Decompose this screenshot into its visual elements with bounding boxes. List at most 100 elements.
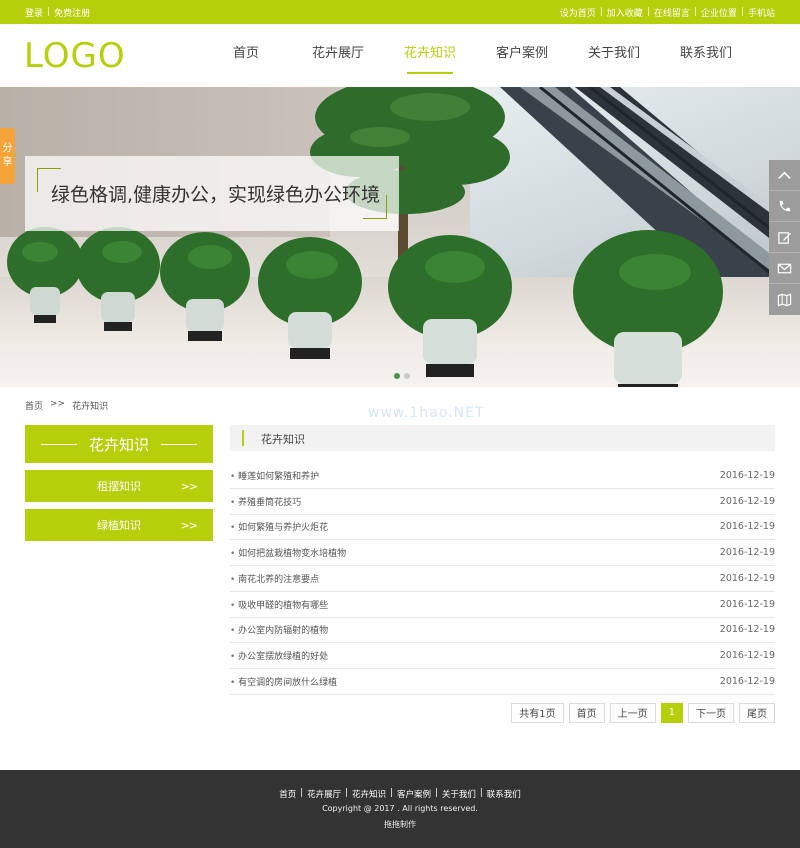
double-chevron-right-icon: >> [180,479,198,493]
back-to-top-button[interactable] [769,160,800,191]
phone-button[interactable] [769,191,800,222]
list-item[interactable]: 有空调的房间放什么绿植 2016-12-19 [230,669,775,695]
sidebar-item-rental-knowledge[interactable]: 租摆知识 >> [25,470,213,502]
list-item[interactable]: 吸收甲醛的植物有哪些 2016-12-19 [230,592,775,618]
list-item[interactable]: 办公室摆放绿植的好处 2016-12-19 [230,643,775,669]
watermark: www.1hao.NET [368,405,485,421]
breadcrumb: 首页 >> 花卉知识 [25,399,108,412]
article-date: 2016-12-19 [719,624,775,636]
breadcrumb-separator: >> [50,399,66,409]
register-link[interactable]: 免费注册 [54,6,90,19]
title-line [161,443,197,445]
last-page-button[interactable]: 尾页 [739,702,775,723]
article-date: 2016-12-19 [719,572,775,584]
email-button[interactable] [769,253,800,284]
footer-link-about[interactable]: 关于我们 [442,788,476,800]
footer-link-cases[interactable]: 客户案例 [397,788,431,800]
mobile-site-link[interactable]: 手机站 [748,6,775,19]
list-item[interactable]: 养殖垂筒花技巧 2016-12-19 [230,489,775,515]
sidebar-item-label: 绿植知识 [97,519,141,532]
banner: 绿色格调,健康办公，实现绿色办公环境 [0,87,800,387]
divider: | [479,788,483,798]
list-item[interactable]: 如何繁殖与养护火炬花 2016-12-19 [230,515,775,541]
divider: | [646,7,650,17]
article-list: 睡莲如何繁殖和养护 2016-12-19 养殖垂筒花技巧 2016-12-19 如何… [230,463,775,695]
divider: | [47,7,51,17]
list-item[interactable]: 南花北养的注意要点 2016-12-19 [230,566,775,592]
nav-item-cases[interactable]: 客户案例 [476,24,568,87]
article-title[interactable]: 南花北养的注意要点 [230,572,319,585]
sidebar: 花卉知识 租摆知识 >> 绿植知识 >> [25,425,213,541]
header: LOGO 首页 花卉展厅 花卉知识 客户案例 关于我们 联系我们 [0,24,800,87]
divider: | [390,788,393,798]
footer-link-home[interactable]: 首页 [279,788,296,800]
article-title[interactable]: 如何把盆栽植物变水培植物 [230,546,346,559]
plants-image [7,87,723,387]
divider: | [434,788,438,798]
footer: 首页 | 花卉展厅 | 花卉知识 | 客户案例 | 关于我们 | 联系我们 Copyrig… [0,770,800,848]
mail-icon [777,263,792,273]
divider: | [693,7,697,17]
add-favorite-link[interactable]: 加入收藏 [607,6,643,19]
slogan-box: 绿色格调,健康办公，实现绿色办公环境 [25,156,399,231]
share-tab[interactable]: 分 享 [0,128,15,184]
list-item[interactable]: 睡莲如何繁殖和养护 2016-12-19 [230,463,775,489]
article-date: 2016-12-19 [719,495,775,507]
share-char: 享 [2,157,13,168]
nav-item-about[interactable]: 关于我们 [568,24,660,87]
divider: | [740,7,744,17]
sidebar-title-text: 花卉知识 [88,435,149,454]
article-title[interactable]: 办公室内防辐射的植物 [230,623,328,636]
footer-link-contact[interactable]: 联系我们 [487,788,521,800]
slider-dots [394,373,410,379]
article-date: 2016-12-19 [719,675,775,687]
banner-slogan: 绿色格调,健康办公，实现绿色办公环境 [51,184,381,206]
footer-links: 首页 | 花卉展厅 | 花卉知识 | 客户案例 | 关于我们 | 联系我们 [0,788,800,800]
nav-item-contact[interactable]: 联系我们 [660,24,752,87]
current-page-button[interactable]: 1 [660,702,683,723]
share-char: 分 [2,143,13,154]
slider-dot-2[interactable] [404,373,410,379]
online-message-link[interactable]: 在线留言 [654,6,690,19]
article-title[interactable]: 有空调的房间放什么绿植 [230,675,337,688]
phone-icon [779,200,791,211]
header-accent-bar [242,430,244,446]
nav-item-showroom[interactable]: 花卉展厅 [292,24,384,87]
double-chevron-right-icon: >> [180,518,198,532]
article-title[interactable]: 养殖垂筒花技巧 [230,495,301,508]
logo[interactable]: LOGO [24,36,126,76]
list-item[interactable]: 办公室内防辐射的植物 2016-12-19 [230,618,775,644]
divider: | [599,7,603,17]
divider: | [300,788,304,798]
edit-icon [778,231,792,244]
message-button[interactable] [769,222,800,253]
article-title[interactable]: 办公室摆放绿植的好处 [230,649,328,662]
company-location-link[interactable]: 企业位置 [701,6,737,19]
breadcrumb-current[interactable]: 花卉知识 [72,399,108,412]
breadcrumb-home[interactable]: 首页 [25,399,43,412]
list-item[interactable]: 如何把盆栽植物变水培植物 2016-12-19 [230,540,775,566]
article-date: 2016-12-19 [719,469,775,481]
sidebar-item-plant-knowledge[interactable]: 绿植知识 >> [25,509,213,541]
prev-page-button[interactable]: 上一页 [609,702,656,723]
article-title[interactable]: 吸收甲醛的植物有哪些 [230,598,328,611]
nav-item-home[interactable]: 首页 [200,24,292,87]
map-icon [777,293,792,307]
slider-dot-1[interactable] [394,373,400,379]
article-title[interactable]: 睡莲如何繁殖和养护 [230,469,319,482]
set-homepage-link[interactable]: 设为首页 [560,6,596,19]
footer-link-showroom[interactable]: 花卉展厅 [307,788,341,800]
footer-link-knowledge[interactable]: 花卉知识 [352,788,386,800]
login-link[interactable]: 登录 [25,6,43,19]
sidebar-title: 花卉知识 [25,425,213,463]
title-line [40,443,77,445]
nav-item-knowledge[interactable]: 花卉知识 [384,24,476,87]
next-page-button[interactable]: 下一页 [688,702,734,723]
article-title[interactable]: 如何繁殖与养护火炬花 [230,520,328,533]
article-date: 2016-12-19 [719,650,775,662]
main-nav: 首页 花卉展厅 花卉知识 客户案例 关于我们 联系我们 [200,24,752,87]
top-bar-left: 登录 | 免费注册 [25,6,90,19]
map-button[interactable] [769,284,800,315]
first-page-button[interactable]: 首页 [568,702,605,723]
maker-link[interactable]: 拖拖制作 [0,819,800,830]
